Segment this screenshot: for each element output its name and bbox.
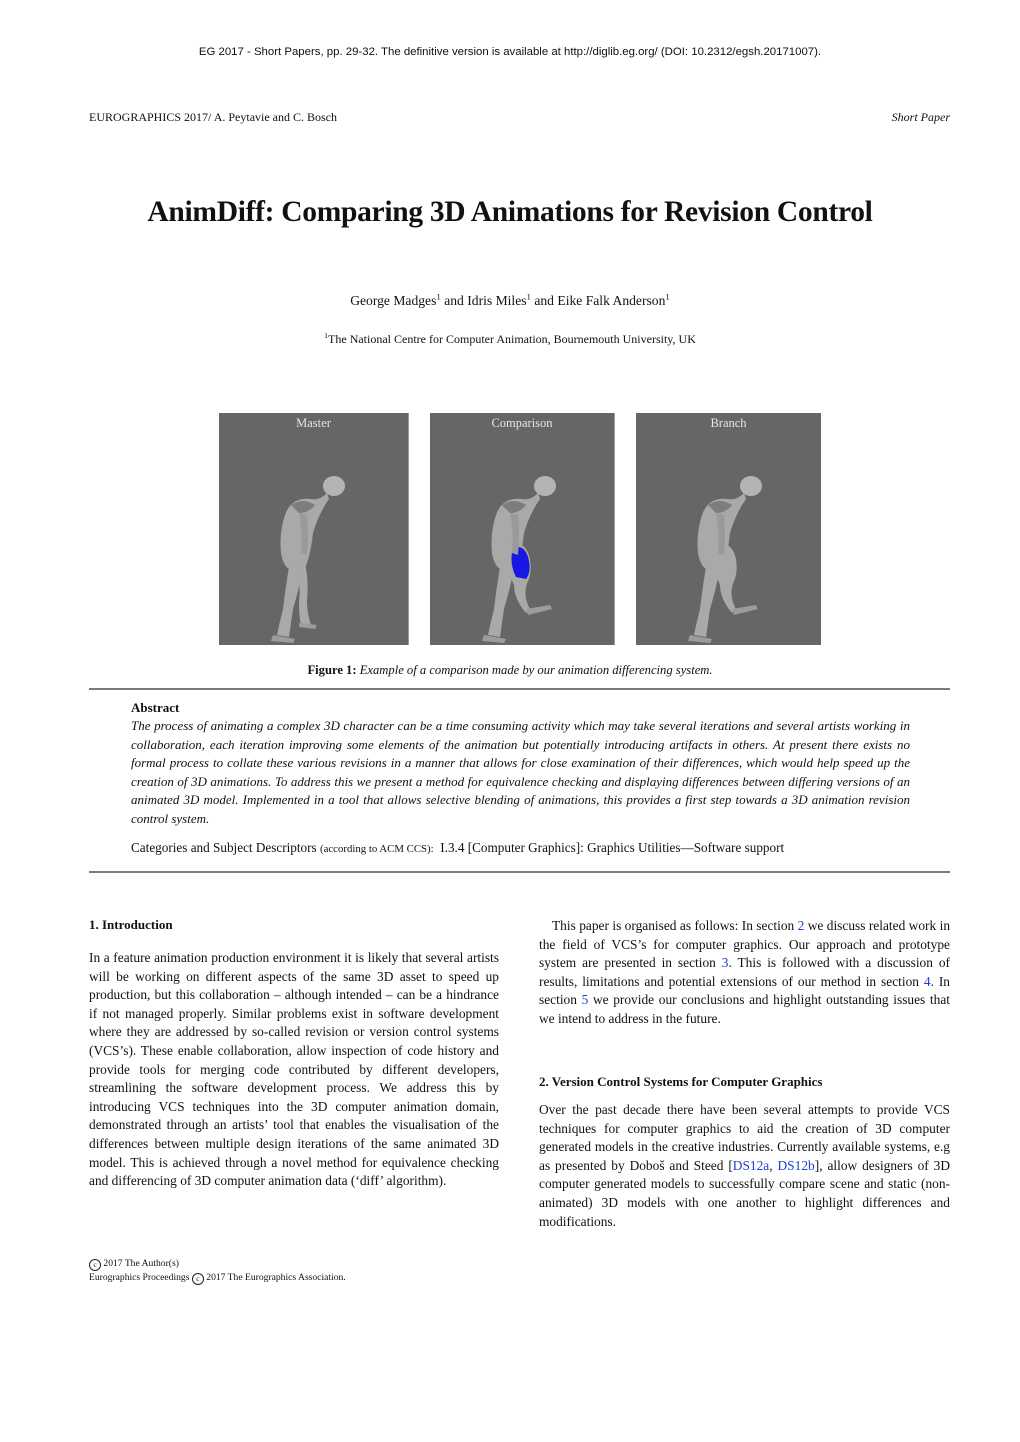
caption-label: Figure 1:	[307, 663, 357, 677]
abstract-top-rule	[89, 688, 950, 690]
copyright-footer: c 2017 The Author(s) Eurographics Procee…	[89, 1257, 346, 1285]
text-run: we provide our conclusions and highlight…	[539, 992, 950, 1026]
author-joiner: and	[530, 293, 558, 308]
text-run: This paper is organised as follows: In s…	[552, 918, 798, 933]
paper-title: AnimDiff: Comparing 3D Animations for Re…	[147, 196, 873, 228]
copyright-icon: c	[191, 1273, 204, 1285]
head-shape	[534, 476, 556, 496]
publication-note: EG 2017 - Short Papers, pp. 29-32. The d…	[198, 46, 822, 58]
caption-text: Example of a comparison made by our anim…	[359, 663, 713, 677]
footer-text: Eurographics Proceedings	[89, 1272, 190, 1283]
affiliation: 1The National Centre for Computer Animat…	[0, 332, 1020, 347]
affiliation-mark: 1	[665, 291, 670, 302]
leg-shape	[297, 563, 311, 625]
head-shape	[323, 476, 345, 496]
author-joiner: and	[440, 293, 468, 308]
leg-shape	[488, 567, 514, 637]
abstract-bottom-rule	[89, 871, 950, 873]
footer-text: 2017 The Author(s)	[103, 1258, 179, 1269]
ccs-descriptors: Categories and Subject Descriptors (acco…	[131, 840, 784, 856]
author: George Madges	[350, 293, 437, 308]
character-render	[688, 476, 762, 643]
character-render	[482, 476, 556, 643]
running-head-right: Short Paper	[891, 110, 950, 124]
figure-panel-branch: Branch	[636, 413, 821, 645]
author-list: George Madges1 and Idris Miles1 and Eike…	[0, 291, 1020, 309]
abstract-heading: Abstract	[131, 700, 180, 715]
character-render	[271, 476, 345, 643]
foot-shape	[482, 635, 506, 643]
foot-shape	[688, 635, 712, 643]
vcs-paragraph: Over the past decade there have been sev…	[539, 1101, 950, 1231]
section-link[interactable]: 4	[924, 974, 931, 989]
abstract-text: The process of animating a complex 3D ch…	[131, 718, 910, 826]
figure-panel-comparison: Comparison	[430, 413, 615, 645]
footer-line-1: c 2017 The Author(s)	[89, 1257, 346, 1271]
footer-line-2: Eurographics Proceedings c 2017 The Euro…	[89, 1271, 346, 1285]
author: Idris Miles	[467, 293, 527, 308]
copyright-icon: c	[89, 1259, 101, 1271]
ccs-note: (according to ACM CCS):	[319, 843, 434, 855]
head-shape	[740, 476, 762, 496]
raised-foot-shape	[732, 605, 758, 615]
section-heading-introduction: 1. Introduction	[89, 917, 173, 932]
running-head-left: EUROGRAPHICS 2017/ A. Peytavie and C. Bo…	[89, 110, 338, 124]
raised-foot-shape	[526, 605, 552, 615]
leg-shape	[694, 567, 720, 637]
citation-link[interactable]: DS12b	[778, 1158, 815, 1173]
ccs-value: I.3.4 [Computer Graphics]: Graphics Util…	[440, 840, 785, 855]
organisation-paragraph: This paper is organised as follows: In s…	[539, 917, 950, 1029]
citation-link[interactable]: DS12a	[733, 1158, 769, 1173]
foot-shape	[271, 635, 295, 643]
figure-panel-master: Master	[219, 413, 409, 645]
section-heading-vcs: 2. Version Control Systems for Computer …	[539, 1074, 823, 1089]
footer-text: 2017 The Eurographics Association.	[206, 1272, 346, 1283]
author: Eike Falk Anderson	[557, 293, 666, 308]
ccs-label: Categories and Subject Descriptors	[131, 840, 317, 855]
figure-caption: Figure 1: Example of a comparison made b…	[0, 663, 1020, 678]
affiliation-text: The National Centre for Computer Animati…	[328, 332, 696, 346]
introduction-paragraph: In a feature animation production enviro…	[89, 950, 499, 1189]
text-run: ,	[769, 1157, 778, 1173]
raised-leg-shape	[714, 542, 737, 613]
